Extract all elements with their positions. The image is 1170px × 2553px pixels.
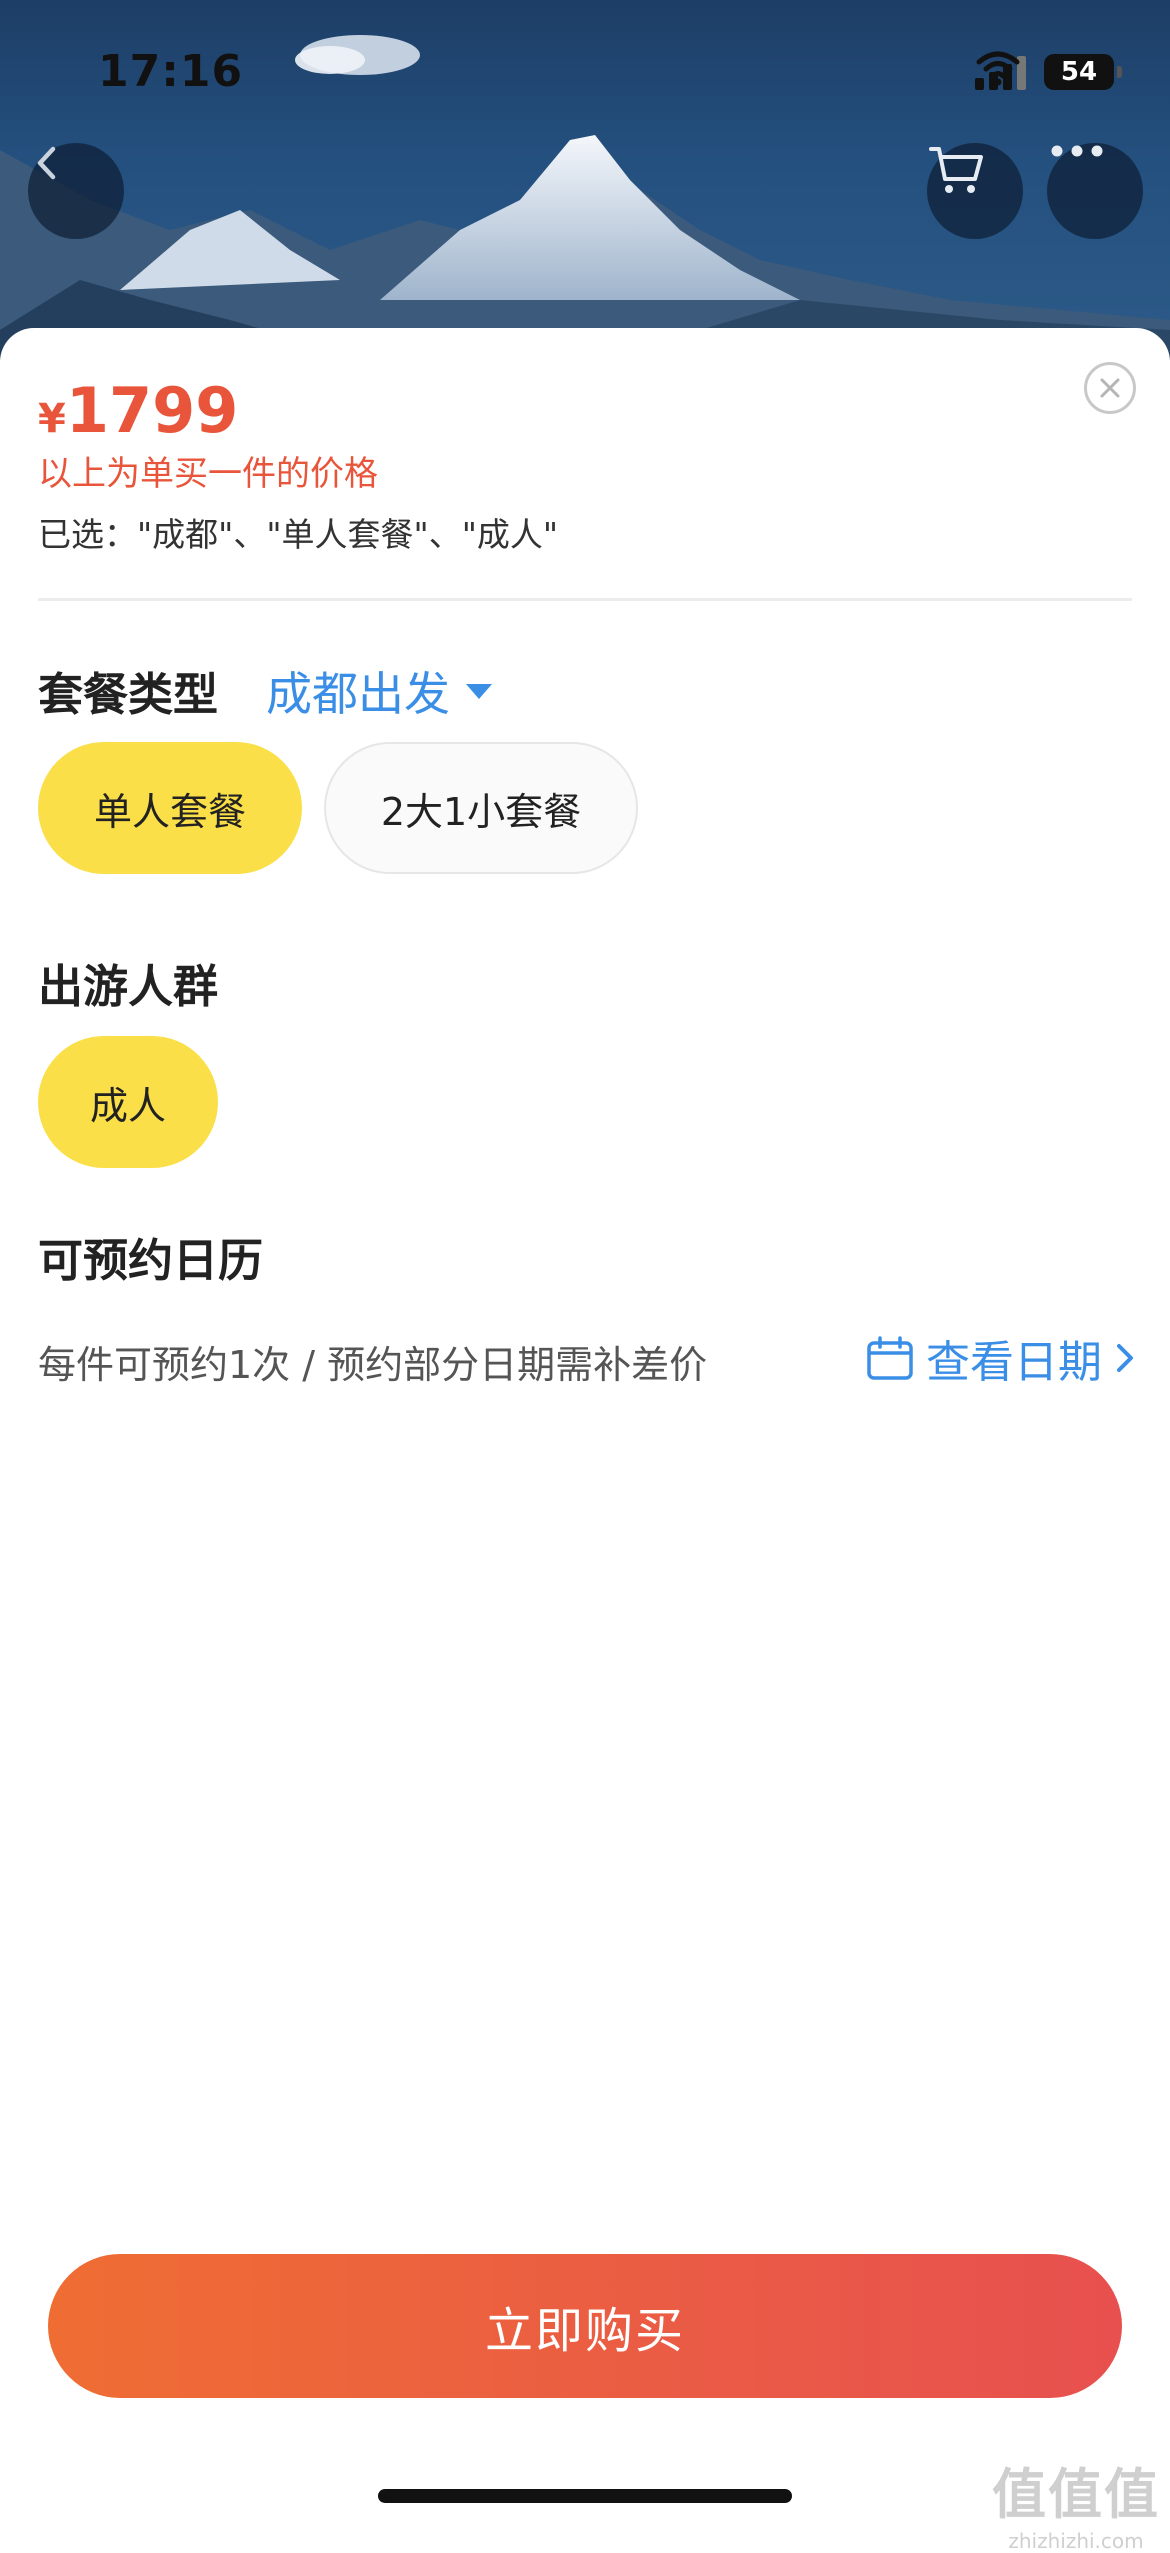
travelers-title: 出游人群 xyxy=(38,960,219,1013)
home-indicator[interactable] xyxy=(378,2489,792,2503)
package-option-label: 单人套餐 xyxy=(93,789,246,834)
divider xyxy=(38,598,1132,601)
package-option-family[interactable]: 2大1小套餐 xyxy=(324,742,638,874)
cart-button[interactable] xyxy=(927,143,1023,239)
close-button[interactable] xyxy=(1084,362,1136,414)
price-note: 以上为单买一件的价格 xyxy=(38,454,378,494)
watermark-logo: 值值值 xyxy=(992,2463,1160,2526)
currency-symbol: ¥ xyxy=(38,396,66,442)
cart-icon xyxy=(929,147,983,193)
price-value: 1799 xyxy=(65,374,239,447)
hero-image: 17:16 54 xyxy=(0,0,1170,360)
calendar-icon xyxy=(867,1336,913,1380)
wifi-icon xyxy=(976,51,1020,86)
calendar-description: 每件可预约1次 / 预约部分日期需补差价 xyxy=(38,1343,708,1387)
view-dates-link[interactable]: 查看日期 xyxy=(866,1326,1136,1390)
watermark-url: zhizhizhi.com xyxy=(1008,2529,1144,2553)
caret-down-icon xyxy=(466,683,492,699)
view-dates-label: 查看日期 xyxy=(926,1337,1102,1388)
battery-icon: 54 xyxy=(1044,54,1122,90)
package-type-title: 套餐类型 xyxy=(38,668,219,721)
status-icons: 54 xyxy=(975,50,1122,94)
departure-label: 成都出发 xyxy=(266,667,450,721)
chevron-left-icon xyxy=(37,146,56,180)
calendar-title: 可预约日历 xyxy=(38,1234,264,1287)
chevron-right-icon xyxy=(1117,1344,1133,1372)
sku-sheet: ¥1799 以上为单买一件的价格 已选："成都"、"单人套餐"、"成人" 套餐类… xyxy=(0,328,1170,2532)
close-icon xyxy=(1100,378,1120,398)
more-button[interactable] xyxy=(1047,143,1143,239)
status-time: 17:16 xyxy=(98,46,244,97)
departure-selector[interactable]: 成都出发 xyxy=(266,658,492,724)
selected-summary: 已选："成都"、"单人套餐"、"成人" xyxy=(38,515,559,554)
watermark: 值值值 zhizhizhi.com xyxy=(992,2450,1160,2553)
more-icon xyxy=(1051,145,1103,157)
buy-now-label: 立即购买 xyxy=(484,2303,685,2359)
package-option-single[interactable]: 单人套餐 xyxy=(38,742,302,874)
package-option-label: 2大1小套餐 xyxy=(380,789,582,834)
traveler-option-adult[interactable]: 成人 xyxy=(38,1036,218,1168)
buy-now-button[interactable]: 立即购买 xyxy=(48,2254,1122,2398)
back-button[interactable] xyxy=(28,143,124,239)
traveler-option-label: 成人 xyxy=(89,1083,166,1128)
price: ¥1799 xyxy=(38,374,238,447)
